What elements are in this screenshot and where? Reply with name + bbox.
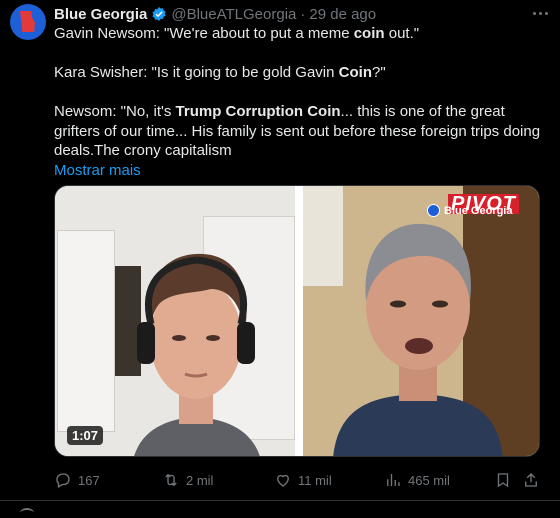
more-icon[interactable]	[530, 4, 550, 22]
repost-icon	[165, 473, 177, 487]
tweet-date[interactable]: 29 de ago	[309, 6, 376, 23]
repost-count: 2 mil	[186, 472, 214, 488]
person-left-figure	[134, 253, 260, 456]
bookmark-icon	[497, 473, 509, 488]
tweet-text: Gavin Newsom: "We're about to put a meme…	[54, 24, 550, 180]
author-handle[interactable]: @BlueATLGeorgia	[171, 6, 296, 23]
like-button[interactable]: 11 mil	[274, 470, 332, 490]
tweet-line-1: Gavin Newsom: "We're about to put a meme…	[54, 25, 420, 42]
action-bar: 167 2 mil 11 mil 465 mil	[54, 470, 540, 490]
views-button[interactable]: 465 mil	[384, 470, 450, 490]
views-count: 465 mil	[408, 472, 450, 488]
share-button[interactable]	[522, 470, 546, 490]
watermark-logo-icon	[427, 204, 440, 217]
video-player[interactable]: PIVOT Blue Georgia 1:07	[54, 185, 540, 457]
views-icon	[387, 474, 400, 486]
watermark: Blue Georgia	[427, 204, 512, 217]
tweet-line-2: Kara Swisher: "Is it going to be gold Ga…	[54, 64, 386, 81]
video-left-panel	[55, 186, 295, 456]
like-count: 11 mil	[298, 472, 332, 488]
separator: ·	[300, 5, 306, 23]
tweet-header: Blue Georgia @BlueATLGeorgia · 29 de ago	[54, 4, 376, 24]
reply-button[interactable]: 167	[54, 470, 100, 490]
verified-badge-icon	[152, 7, 166, 21]
video-right-panel: PIVOT Blue Georgia	[303, 186, 539, 456]
reply-count: 167	[78, 472, 100, 488]
reply-icon	[56, 473, 70, 488]
bookmark-button[interactable]	[494, 470, 518, 490]
like-icon	[277, 474, 289, 487]
show-more-link[interactable]: Mostrar mais	[54, 162, 141, 179]
tweet[interactable]: Blue Georgia @BlueATLGeorgia · 29 de ago…	[0, 0, 560, 500]
next-tweet-avatar[interactable]	[20, 508, 34, 518]
tweet-divider	[0, 500, 560, 501]
video-duration: 1:07	[67, 426, 104, 445]
tweet-line-3: Newsom: "No, it's Trump Corruption Coin.…	[54, 103, 541, 159]
author-name[interactable]: Blue Georgia	[54, 6, 147, 23]
share-icon	[525, 473, 537, 487]
person-right-figure	[333, 223, 503, 456]
avatar[interactable]	[10, 4, 46, 40]
repost-button[interactable]: 2 mil	[162, 470, 213, 490]
